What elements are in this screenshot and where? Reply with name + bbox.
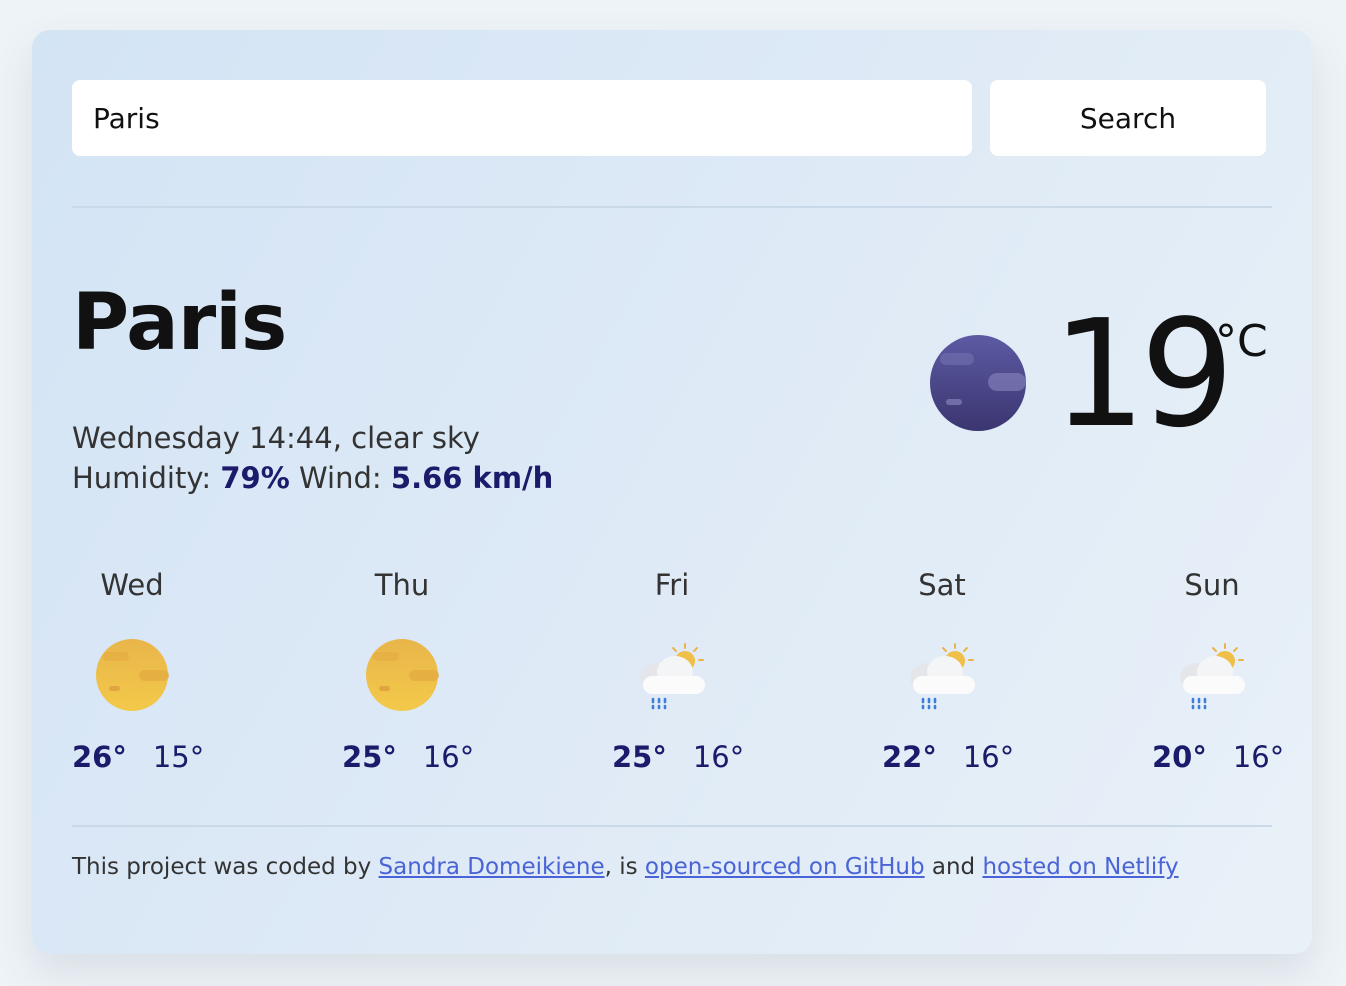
footer-text: , is [604, 854, 645, 880]
footer-text: This project was coded by [72, 854, 379, 880]
bottom-divider [72, 825, 1272, 827]
current-details: Wednesday 14:44, clear sky Humidity: 79%… [72, 418, 553, 498]
clear-sun-icon [366, 639, 439, 711]
clear-sun-icon [96, 639, 169, 711]
forecast-day-name: Sat [918, 568, 966, 602]
forecast-day-name: Sun [1184, 568, 1240, 602]
github-link[interactable]: open-sourced on GitHub [645, 854, 925, 880]
forecast-temps-4: 22° 16° [882, 740, 1014, 774]
rain-cloud-sun-icon [640, 643, 705, 710]
forecast-temps-2: 25° 16° [342, 740, 474, 774]
humidity-label: Humidity: [72, 461, 212, 495]
city-title: Paris [72, 278, 287, 368]
forecast-max: 22° [882, 740, 937, 774]
forecast-min: 16° [692, 740, 745, 774]
wind-label: Wind: [299, 461, 382, 495]
forecast-temps-1: 26° 15° [72, 740, 204, 774]
forecast-day-3: Fri [607, 568, 737, 602]
temperature-unit[interactable]: °C [1215, 316, 1268, 367]
rain-cloud-sun-icon [1180, 643, 1245, 710]
top-divider [72, 206, 1272, 208]
forecast-day-name: Wed [100, 568, 164, 602]
wind-value: 5.66 km/h [390, 461, 554, 495]
forecast-day-1: Wed [67, 568, 197, 602]
forecast-max: 20° [1152, 740, 1207, 774]
forecast-max: 25° [612, 740, 667, 774]
footer-text: and [924, 854, 983, 880]
forecast-temps-3: 25° 16° [612, 740, 744, 774]
forecast-min: 16° [422, 740, 475, 774]
search-input[interactable] [72, 80, 972, 156]
netlify-link[interactable]: hosted on Netlify [982, 854, 1178, 880]
forecast-min: 16° [1232, 740, 1285, 774]
footer-credits: This project was coded by Sandra Domeiki… [72, 854, 1179, 880]
current-temperature: 19 [1052, 288, 1234, 460]
author-link[interactable]: Sandra Domeikiene [379, 854, 605, 880]
forecast-temps-5: 20° 16° [1152, 740, 1284, 774]
search-button[interactable]: Search [990, 80, 1266, 156]
humidity-value: 79% [220, 461, 290, 495]
forecast-day-name: Thu [374, 568, 430, 602]
forecast-min: 16° [962, 740, 1015, 774]
night-clear-icon [930, 335, 1026, 431]
forecast-max: 25° [342, 740, 397, 774]
weather-card: Search Paris Wednesday 14:44, clear sky … [32, 30, 1312, 954]
forecast-day-4: Sat [877, 568, 1007, 602]
forecast-day-5: Sun [1147, 568, 1277, 602]
forecast-day-name: Fri [654, 568, 690, 602]
rain-cloud-sun-icon [910, 643, 975, 710]
date-description: Wednesday 14:44, clear sky [72, 421, 480, 455]
forecast-max: 26° [72, 740, 127, 774]
forecast-day-2: Thu [337, 568, 467, 602]
humidity-wind: Humidity: 79% Wind: 5.66 km/h [72, 458, 553, 498]
forecast-min: 15° [152, 740, 205, 774]
